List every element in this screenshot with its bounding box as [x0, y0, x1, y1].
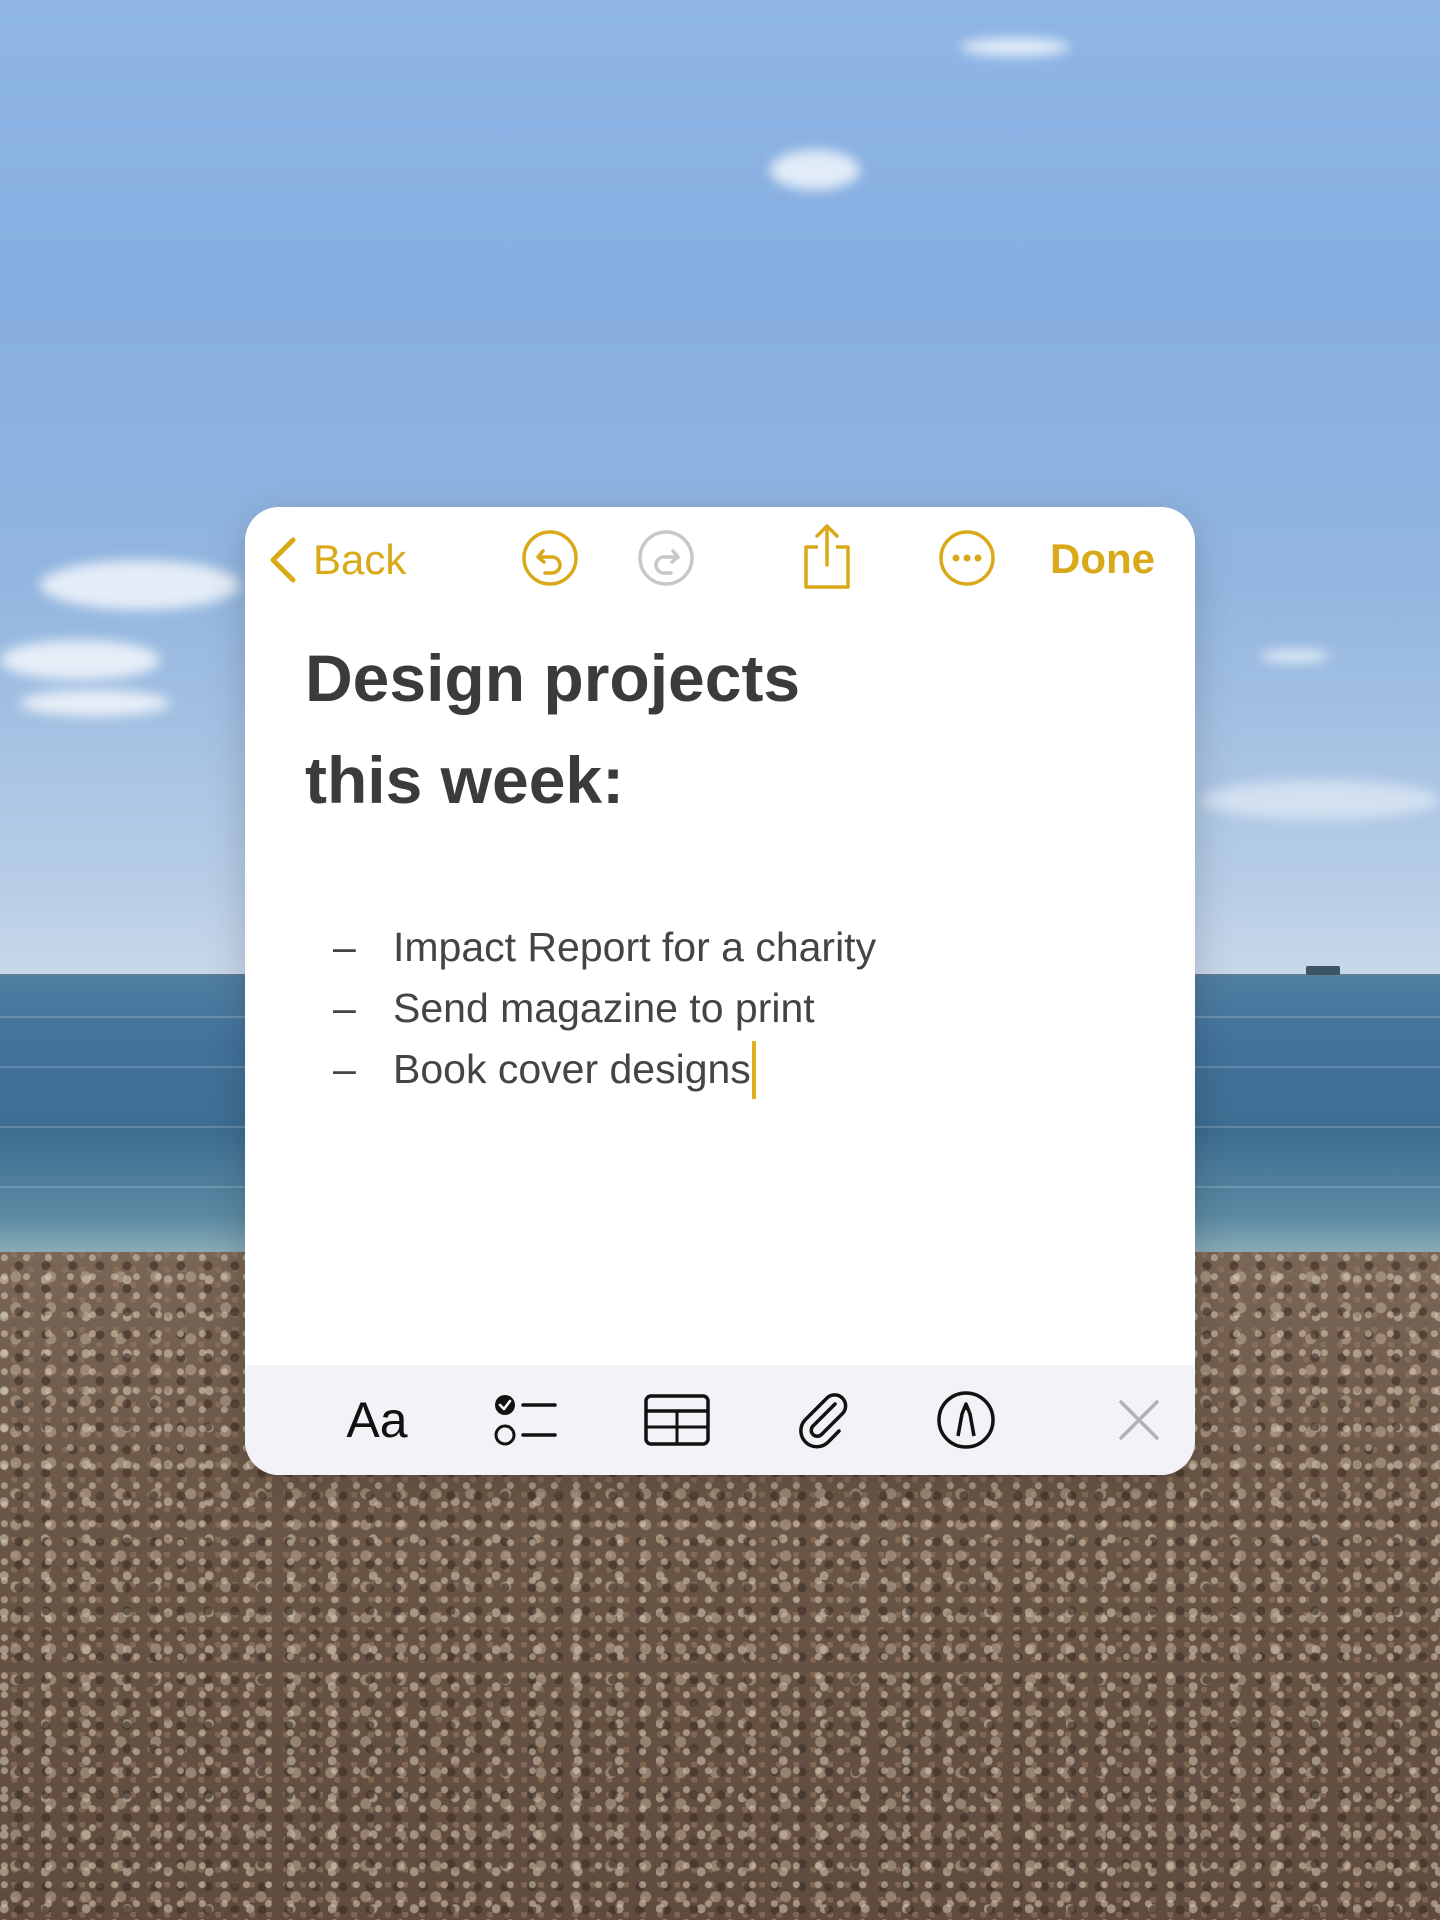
list-bullet: – — [333, 924, 356, 970]
ellipsis-circle-icon — [939, 530, 995, 586]
list-item-text[interactable]: Book cover designs — [393, 1039, 751, 1100]
cloud — [1200, 780, 1440, 820]
cloud — [40, 560, 240, 610]
cloud — [1260, 650, 1330, 662]
paperclip-icon — [799, 1393, 848, 1449]
undo-icon — [522, 530, 578, 586]
list-bullet: – — [333, 985, 356, 1031]
text-cursor — [751, 1040, 756, 1099]
format-toolbar: Aa — [245, 1365, 1195, 1475]
checklist-icon — [494, 1395, 557, 1446]
note-list[interactable]: – Impact Report for a charity – Send mag… — [305, 917, 1145, 1100]
list-bullet: – — [333, 1046, 356, 1092]
chevron-left-icon — [270, 537, 296, 583]
undo-button[interactable] — [519, 527, 581, 589]
share-icon — [804, 524, 850, 589]
attachment-button[interactable] — [792, 1387, 858, 1453]
cloud — [770, 150, 860, 190]
list-item[interactable]: – Impact Report for a charity — [305, 917, 1145, 978]
notes-window: Back Done Design projects this week: – I… — [245, 507, 1195, 1475]
list-item[interactable]: – Book cover designs — [305, 1039, 1145, 1100]
list-item-text[interactable]: Impact Report for a charity — [393, 917, 876, 978]
close-toolbar-button[interactable] — [1113, 1387, 1165, 1453]
back-label: Back — [313, 536, 407, 583]
table-icon — [644, 1394, 710, 1446]
boat — [1306, 966, 1340, 975]
redo-button[interactable] — [635, 527, 697, 589]
nav-bar: Back Done — [245, 507, 1195, 607]
markup-button[interactable] — [933, 1387, 999, 1453]
note-editor[interactable]: Design projects this week: – Impact Repo… — [305, 627, 1145, 1100]
cloud — [20, 690, 170, 716]
list-item[interactable]: – Send magazine to print — [305, 978, 1145, 1039]
table-button[interactable] — [642, 1387, 712, 1453]
done-button[interactable]: Done — [1050, 531, 1155, 587]
cloud — [960, 38, 1070, 56]
close-icon — [1119, 1400, 1159, 1440]
note-title[interactable]: Design projects this week: — [305, 627, 905, 831]
markup-pen-icon — [937, 1391, 995, 1449]
back-button[interactable]: Back — [265, 525, 406, 595]
checklist-button[interactable] — [492, 1387, 558, 1453]
list-item-text[interactable]: Send magazine to print — [393, 978, 815, 1039]
more-button[interactable] — [936, 527, 998, 589]
share-button[interactable] — [796, 519, 858, 593]
format-text-button[interactable]: Aa — [337, 1387, 417, 1453]
cloud — [0, 640, 160, 680]
redo-icon — [638, 530, 694, 586]
